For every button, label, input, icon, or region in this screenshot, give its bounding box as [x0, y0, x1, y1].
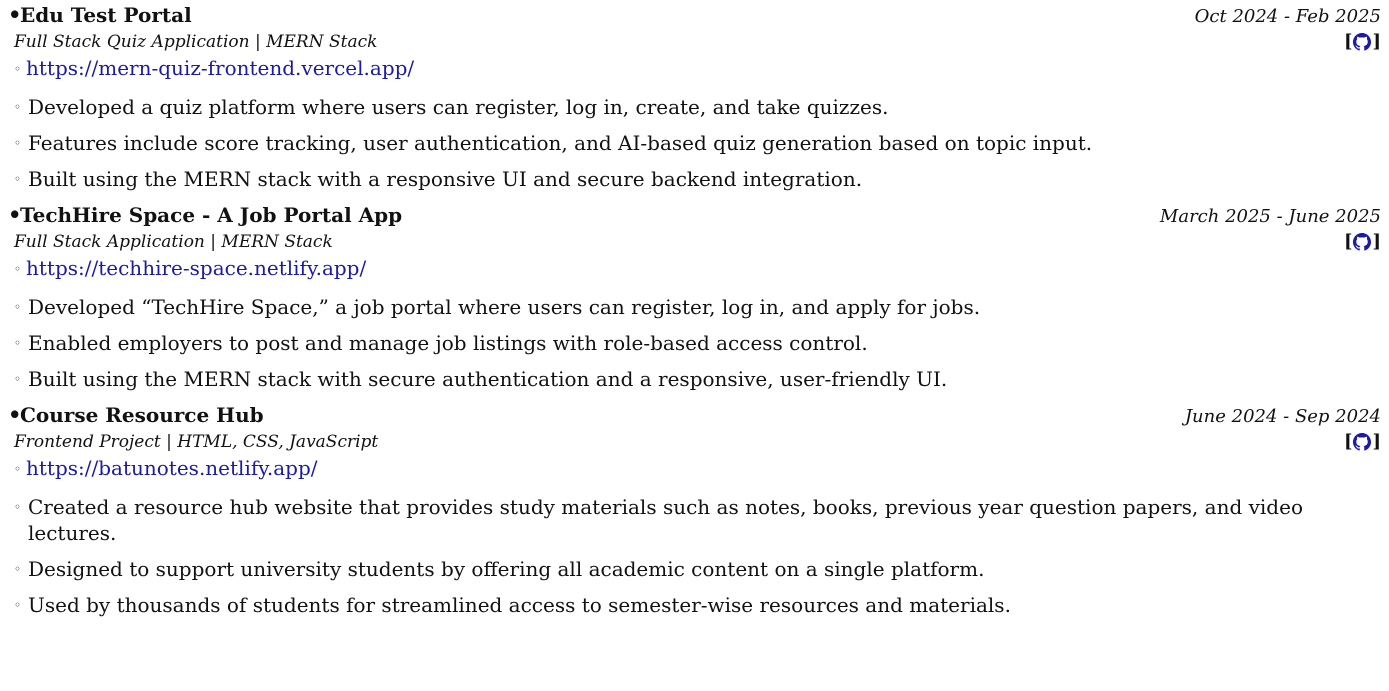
project-url[interactable]: https://batunotes.netlify.app/: [26, 456, 318, 480]
project-points: ◦ Created a resource hub website that pro…: [8, 494, 1381, 618]
circle-bullet-icon: ◦: [14, 262, 22, 276]
list-item: ◦ Created a resource hub website that pro…: [14, 494, 1381, 546]
project-header: •Edu Test Portal Oct 2024 - Feb 2025: [8, 0, 1381, 30]
project-url[interactable]: https://techhire-space.netlify.app/: [26, 256, 366, 280]
list-item: ◦ Built using the MERN stack with secure …: [14, 366, 1381, 392]
circle-bullet-icon: ◦: [14, 598, 22, 612]
project-subheader: Frontend Project | HTML, CSS, JavaScript…: [8, 430, 1381, 454]
circle-bullet-icon: ◦: [14, 62, 22, 76]
list-item: ◦ Used by thousands of students for strea…: [14, 592, 1381, 618]
project-title: TechHire Space - A Job Portal App: [20, 203, 403, 227]
list-item: ◦ Developed a quiz platform where users c…: [14, 94, 1381, 120]
point-text: Built using the MERN stack with secure a…: [28, 367, 948, 391]
github-icon: [1353, 33, 1372, 51]
circle-bullet-icon: ◦: [14, 462, 22, 476]
project-url[interactable]: https://mern-quiz-frontend.vercel.app/: [26, 56, 414, 80]
project-title-wrap: •Edu Test Portal: [8, 0, 192, 30]
project-edu-test-portal: •Edu Test Portal Oct 2024 - Feb 2025 Ful…: [8, 0, 1381, 192]
circle-bullet-icon: ◦: [14, 562, 22, 576]
point-text: Developed “TechHire Space,” a job portal…: [28, 295, 981, 319]
point-text: Developed a quiz platform where users ca…: [28, 95, 889, 119]
project-dates: June 2024 - Sep 2024: [1184, 406, 1381, 427]
project-link-row: ◦ https://batunotes.netlify.app/: [8, 454, 1381, 484]
point-text: Used by thousands of students for stream…: [28, 593, 1011, 617]
circle-bullet-icon: ◦: [14, 372, 22, 386]
circle-bullet-icon: ◦: [14, 500, 22, 514]
project-subtitle: Frontend Project | HTML, CSS, JavaScript: [14, 432, 379, 452]
circle-bullet-icon: ◦: [14, 336, 22, 350]
github-link[interactable]: []: [1344, 430, 1381, 454]
project-header: •Course Resource Hub June 2024 - Sep 202…: [8, 400, 1381, 430]
project-techhire-space: •TechHire Space - A Job Portal App March…: [8, 200, 1381, 392]
github-icon: [1353, 233, 1372, 251]
projects-section: •Edu Test Portal Oct 2024 - Feb 2025 Ful…: [0, 0, 1389, 691]
project-dates: Oct 2024 - Feb 2025: [1194, 6, 1381, 27]
project-points: ◦ Developed “TechHire Space,” a job porta…: [8, 294, 1381, 392]
github-link[interactable]: []: [1344, 30, 1381, 54]
project-title-wrap: •Course Resource Hub: [8, 400, 264, 430]
list-item: ◦ Designed to support university students…: [14, 556, 1381, 582]
project-subheader: Full Stack Quiz Application | MERN Stack…: [8, 30, 1381, 54]
project-link-row: ◦ https://techhire-space.netlify.app/: [8, 254, 1381, 284]
project-title: Course Resource Hub: [20, 403, 264, 427]
github-link[interactable]: []: [1344, 230, 1381, 254]
project-course-resource-hub: •Course Resource Hub June 2024 - Sep 202…: [8, 400, 1381, 618]
list-item: ◦ Features include score tracking, user a…: [14, 130, 1381, 156]
bullet-icon: •: [8, 2, 22, 27]
point-text: Created a resource hub website that prov…: [28, 495, 1303, 545]
point-text: Designed to support university students …: [28, 557, 985, 581]
project-header: •TechHire Space - A Job Portal App March…: [8, 200, 1381, 230]
list-item: ◦ Enabled employers to post and manage jo…: [14, 330, 1381, 356]
project-title-wrap: •TechHire Space - A Job Portal App: [8, 200, 402, 230]
bullet-icon: •: [8, 402, 22, 427]
project-subtitle: Full Stack Quiz Application | MERN Stack: [14, 32, 378, 52]
circle-bullet-icon: ◦: [14, 300, 22, 314]
point-text: Features include score tracking, user au…: [28, 131, 1093, 155]
project-link-row: ◦ https://mern-quiz-frontend.vercel.app/: [8, 54, 1381, 84]
project-subtitle: Full Stack Application | MERN Stack: [14, 232, 333, 252]
project-title: Edu Test Portal: [20, 3, 192, 27]
project-subheader: Full Stack Application | MERN Stack []: [8, 230, 1381, 254]
circle-bullet-icon: ◦: [14, 100, 22, 114]
list-item: ◦ Developed “TechHire Space,” a job porta…: [14, 294, 1381, 320]
circle-bullet-icon: ◦: [14, 136, 22, 150]
list-item: ◦ Built using the MERN stack with a respo…: [14, 166, 1381, 192]
point-text: Built using the MERN stack with a respon…: [28, 167, 863, 191]
project-points: ◦ Developed a quiz platform where users c…: [8, 94, 1381, 192]
point-text: Enabled employers to post and manage job…: [28, 331, 868, 355]
bullet-icon: •: [8, 202, 22, 227]
github-icon: [1353, 433, 1372, 451]
circle-bullet-icon: ◦: [14, 172, 22, 186]
project-dates: March 2025 - June 2025: [1159, 206, 1381, 227]
